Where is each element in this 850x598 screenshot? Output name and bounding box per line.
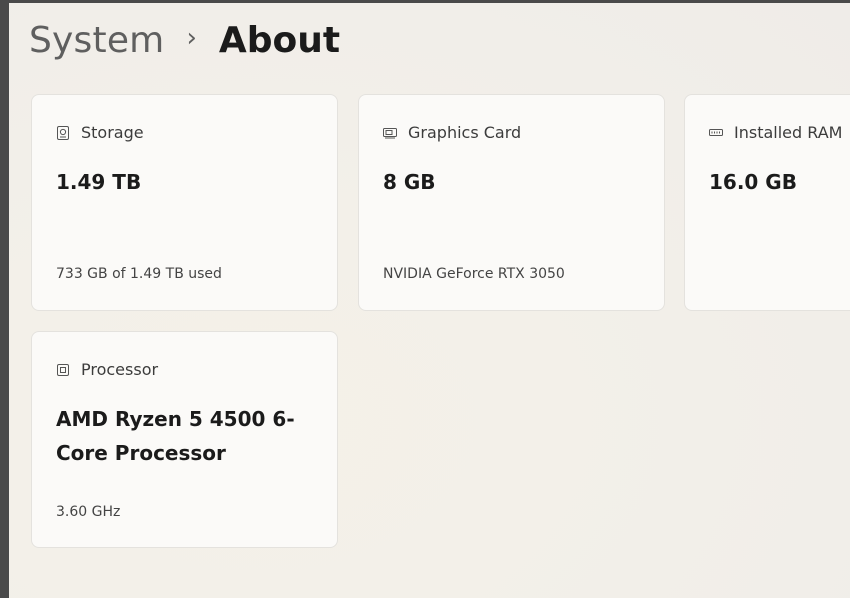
- installed-ram-card[interactable]: Installed RAM 16.0 GB: [684, 94, 850, 311]
- graphics-card-header: Graphics Card: [383, 123, 521, 142]
- installed-ram-title: Installed RAM: [734, 123, 843, 142]
- processor-card-value: AMD Ryzen 5 4500 6-Core Processor: [56, 407, 295, 465]
- processor-card-title: Processor: [81, 360, 159, 379]
- graphics-card-card[interactable]: Graphics Card 8 GB NVIDIA GeForce RTX 30…: [358, 94, 665, 311]
- processor-card[interactable]: Processor AMD Ryzen 5 4500 6-Core Proces…: [31, 331, 338, 548]
- breadcrumb-system-link[interactable]: System: [29, 20, 164, 61]
- graphics-card-detail: NVIDIA GeForce RTX 3050: [383, 266, 565, 282]
- graphics-card-title: Graphics Card: [408, 123, 522, 142]
- installed-ram-header: Installed RAM: [709, 123, 842, 142]
- processor-card-detail: 3.60 GHz: [56, 504, 121, 520]
- storage-card-header: Storage: [56, 123, 144, 142]
- storage-card-value: 1.49 TB: [56, 170, 142, 194]
- processor-card-header: Processor: [56, 360, 158, 379]
- storage-icon: [57, 125, 69, 140]
- breadcrumb-separator-icon: ›: [186, 23, 197, 53]
- storage-card[interactable]: Storage 1.49 TB 733 GB of 1.49 TB used: [31, 94, 338, 311]
- ram-icon: [709, 128, 723, 136]
- breadcrumb: System › About: [29, 17, 340, 63]
- graphics-card-value: 8 GB: [383, 170, 436, 194]
- processor-icon: [57, 363, 69, 376]
- installed-ram-value: 16.0 GB: [709, 170, 797, 194]
- storage-card-detail: 733 GB of 1.49 TB used: [56, 266, 222, 282]
- about-page: System › About Storage 1.49 TB 733 GB of…: [9, 3, 850, 598]
- storage-card-title: Storage: [81, 123, 144, 142]
- graphics-card-icon: [383, 127, 397, 138]
- page-title: About: [218, 19, 341, 61]
